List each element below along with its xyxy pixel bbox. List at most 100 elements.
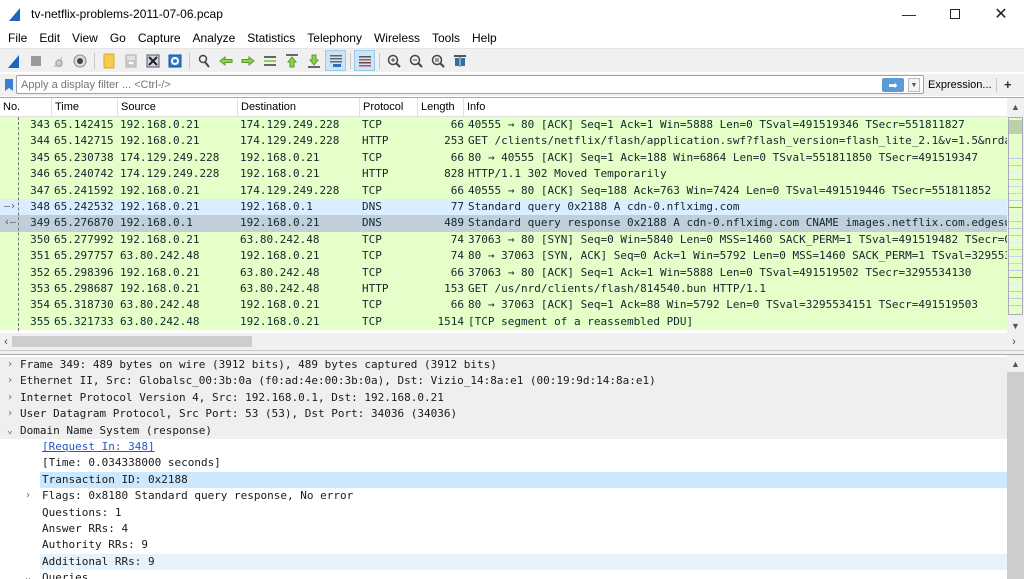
- packet-row[interactable]: 347 65.241592 192.168.0.21 174.129.249.228 T…: [0, 182, 1007, 199]
- column-header-protocol[interactable]: Protocol: [360, 98, 418, 117]
- save-file-button[interactable]: [120, 50, 141, 71]
- packet-cell-len: 66: [450, 298, 464, 312]
- start-capture-button[interactable]: [3, 50, 24, 71]
- close-button[interactable]: ✕: [978, 0, 1024, 28]
- packet-row[interactable]: 344 65.142715 192.168.0.21 174.129.249.228 H…: [0, 133, 1007, 150]
- maximize-button[interactable]: [932, 0, 978, 28]
- first-packet-button[interactable]: [281, 50, 302, 71]
- packet-cell-proto: TCP: [362, 314, 382, 328]
- colorize-button[interactable]: [354, 50, 375, 71]
- expression-button[interactable]: Expression...: [928, 76, 992, 94]
- apply-filter-button[interactable]: ➡: [882, 78, 904, 92]
- column-header-length[interactable]: Length: [418, 98, 464, 117]
- column-header-no[interactable]: No.: [0, 98, 52, 117]
- packet-list-hscrollbar[interactable]: ‹ ›: [0, 333, 1024, 350]
- packet-minimap[interactable]: [1008, 117, 1023, 315]
- details-scrollbar[interactable]: ▲: [1007, 355, 1024, 579]
- collapse-arrow-icon[interactable]: ⌄: [22, 570, 34, 579]
- detail-tree-item[interactable]: Authority RRs: 9: [0, 537, 1007, 553]
- packet-row[interactable]: 355 65.321733 63.80.242.48 192.168.0.21 TCP 1…: [0, 313, 1007, 331]
- packet-row[interactable]: 352 65.298396 192.168.0.21 63.80.242.48 TCP 6…: [0, 264, 1007, 281]
- menu-view[interactable]: View: [66, 28, 104, 48]
- column-header-destination[interactable]: Destination: [238, 98, 360, 117]
- packet-cell-len: 828: [444, 167, 464, 181]
- detail-tree-item[interactable]: › User Datagram Protocol, Src Port: 53 (5…: [0, 406, 1007, 423]
- detail-tree-item[interactable]: › Ethernet II, Src: Globalsc_00:3b:0a (f0…: [0, 373, 1007, 390]
- packet-row[interactable]: 346 65.240742 174.129.249.228 192.168.0.21 H…: [0, 166, 1007, 183]
- go-forward-button[interactable]: [237, 50, 258, 71]
- collapse-arrow-icon[interactable]: ⌄: [4, 423, 16, 439]
- packet-list-scrollbar[interactable]: ▲ ▼: [1007, 98, 1024, 334]
- detail-tree-item[interactable]: Additional RRs: 9: [0, 553, 1007, 571]
- detail-tree-item[interactable]: › Internet Protocol Version 4, Src: 192.1…: [0, 389, 1007, 407]
- packet-row[interactable]: 349 65.276870 192.168.0.1 192.168.0.21 DNS 48…: [0, 215, 1007, 232]
- scroll-up-icon[interactable]: ▲: [1007, 98, 1024, 115]
- column-header-time[interactable]: Time: [52, 98, 118, 117]
- zoom-out-button[interactable]: [405, 50, 426, 71]
- find-packet-button[interactable]: [193, 50, 214, 71]
- normal-size-button[interactable]: [427, 50, 448, 71]
- add-filter-button[interactable]: +: [1004, 76, 1012, 94]
- related-request-arrow-icon: —›: [4, 200, 17, 212]
- scroll-right-icon[interactable]: ›: [1008, 333, 1020, 350]
- detail-text: Transaction ID: 0x2188: [40, 471, 1007, 489]
- reload-file-button[interactable]: [164, 50, 185, 71]
- go-to-packet-button[interactable]: [259, 50, 280, 71]
- minimize-button[interactable]: —: [886, 0, 932, 28]
- toolbar-separator: [379, 52, 380, 69]
- menu-file[interactable]: File: [2, 28, 33, 48]
- packet-row[interactable]: 345 65.230738 174.129.249.228 192.168.0.21 T…: [0, 149, 1007, 167]
- restart-capture-button[interactable]: [47, 50, 68, 71]
- capture-options-button[interactable]: [69, 50, 90, 71]
- scroll-down-icon[interactable]: ▼: [1007, 317, 1024, 334]
- expand-arrow-icon[interactable]: ›: [4, 373, 16, 389]
- column-header-info[interactable]: Info: [464, 98, 1007, 117]
- zoom-in-button[interactable]: [383, 50, 404, 71]
- scroll-left-icon[interactable]: ‹: [0, 333, 12, 350]
- close-file-button[interactable]: [142, 50, 163, 71]
- packet-cell-len: 1514: [437, 314, 465, 328]
- detail-tree-item[interactable]: › Flags: 0x8180 Standard query response, …: [0, 488, 1007, 504]
- resize-columns-button[interactable]: [449, 50, 470, 71]
- go-back-button[interactable]: [215, 50, 236, 71]
- detail-tree-item[interactable]: ⌄ Domain Name System (response): [0, 422, 1007, 439]
- menu-tools[interactable]: Tools: [426, 28, 466, 48]
- detail-tree-item[interactable]: › Frame 349: 489 bytes on wire (3912 bits…: [0, 357, 1007, 374]
- packet-row[interactable]: 351 65.297757 63.80.242.48 192.168.0.21 TCP 7…: [0, 248, 1007, 265]
- packet-row[interactable]: 343 65.142415 192.168.0.21 174.129.249.228 T…: [0, 117, 1007, 134]
- expand-arrow-icon[interactable]: ›: [4, 406, 16, 422]
- menu-statistics[interactable]: Statistics: [241, 28, 301, 48]
- menu-wireless[interactable]: Wireless: [368, 28, 426, 48]
- detail-tree-item[interactable]: [Time: 0.034338000 seconds]: [0, 455, 1007, 471]
- column-header-source[interactable]: Source: [118, 98, 238, 117]
- packet-row[interactable]: 348 65.242532 192.168.0.21 192.168.0.1 DNS 77…: [0, 198, 1007, 216]
- display-filter-input[interactable]: [16, 75, 924, 94]
- stop-capture-button[interactable]: [25, 50, 46, 71]
- open-file-button[interactable]: [98, 50, 119, 71]
- expand-arrow-icon[interactable]: ›: [22, 488, 34, 504]
- expand-arrow-icon[interactable]: ›: [4, 390, 16, 406]
- detail-tree-item[interactable]: Answer RRs: 4: [0, 521, 1007, 537]
- menu-telephony[interactable]: Telephony: [301, 28, 368, 48]
- menu-edit[interactable]: Edit: [33, 28, 66, 48]
- detail-tree-item[interactable]: [Request In: 348]: [0, 439, 1007, 455]
- detail-tree-item[interactable]: ⌄ Queries: [0, 570, 1007, 579]
- menu-capture[interactable]: Capture: [132, 28, 187, 48]
- scroll-up-icon[interactable]: ▲: [1007, 355, 1024, 372]
- hscroll-thumb[interactable]: [12, 336, 252, 347]
- packet-row[interactable]: 350 65.277992 192.168.0.21 63.80.242.48 TCP 7…: [0, 231, 1007, 249]
- filter-bookmark-button[interactable]: [3, 77, 15, 93]
- minimap-viewport[interactable]: [1009, 120, 1022, 134]
- last-packet-button[interactable]: [303, 50, 324, 71]
- detail-tree-item[interactable]: Questions: 1: [0, 505, 1007, 521]
- menu-help[interactable]: Help: [466, 28, 503, 48]
- request-in-link[interactable]: [Request In: 348]: [40, 439, 157, 455]
- expand-arrow-icon[interactable]: ›: [4, 357, 16, 373]
- packet-row[interactable]: 353 65.298687 192.168.0.21 63.80.242.48 HTTP…: [0, 280, 1007, 298]
- detail-tree-item[interactable]: Transaction ID: 0x2188: [0, 471, 1007, 489]
- packet-row[interactable]: 354 65.318730 63.80.242.48 192.168.0.21 TCP 6…: [0, 297, 1007, 314]
- menu-go[interactable]: Go: [104, 28, 132, 48]
- autoscroll-button[interactable]: [325, 50, 346, 71]
- filter-history-dropdown[interactable]: ▼: [908, 78, 920, 92]
- menu-analyze[interactable]: Analyze: [187, 28, 242, 48]
